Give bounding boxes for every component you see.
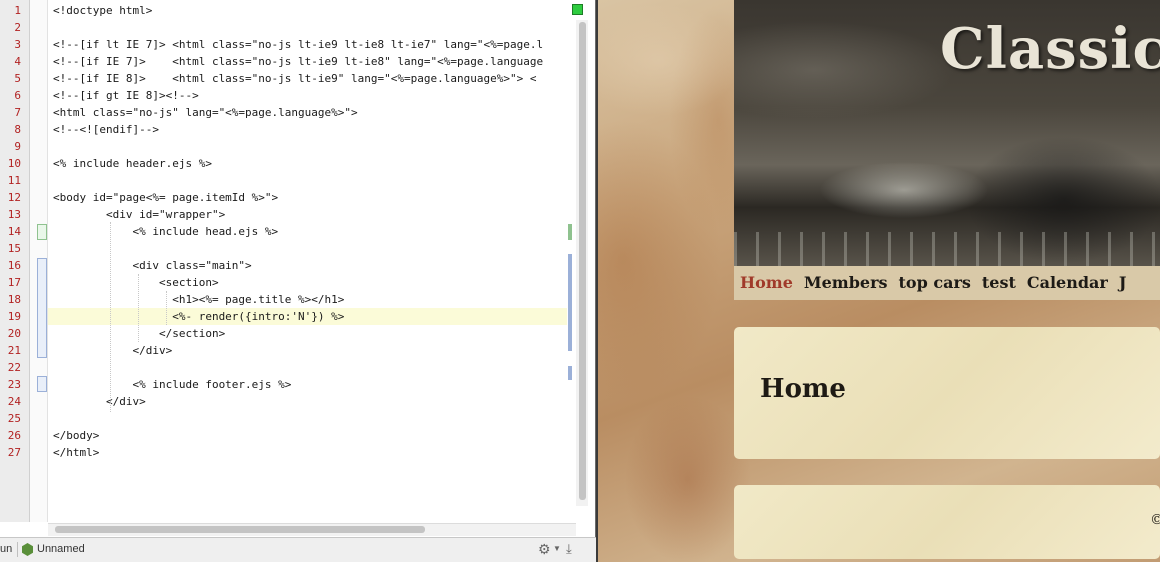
chevron-down-icon[interactable]: ▼ [553, 544, 561, 553]
nav-item-members[interactable]: Members [804, 273, 888, 292]
line-number-gutter: 1 2 3 4 5 6 7 8 9 10 11 12 13 14 15 16 17 18 19 20 21 22 23 24 2… [0, 0, 30, 522]
nav-item-calendar[interactable]: Calendar [1027, 273, 1108, 292]
indent-guide [166, 291, 167, 325]
code-line[interactable]: <% include footer.ejs %> [53, 376, 291, 393]
code-text-area[interactable]: <!doctype html> <!--[if lt IE 7]> <html c… [48, 0, 567, 522]
code-line[interactable]: <% include head.ejs %> [53, 223, 278, 240]
content-panel: Home [734, 327, 1160, 459]
indent-guide [138, 274, 139, 342]
line-number: 9 [14, 140, 21, 153]
code-line[interactable]: <!doctype html> [53, 2, 152, 19]
line-number: 19 [7, 310, 21, 323]
line-number: 16 [7, 259, 21, 272]
site-banner-image: Classic [734, 0, 1160, 266]
line-number: 21 [7, 344, 21, 357]
line-number: 1 [14, 4, 21, 17]
nav-item-j[interactable]: J [1119, 273, 1127, 292]
copyright-text: © [1150, 512, 1160, 528]
line-number: 13 [7, 208, 21, 221]
nav-item-test[interactable]: test [982, 273, 1016, 292]
code-line[interactable]: <div class="main"> [53, 257, 251, 274]
line-number: 2 [14, 21, 21, 34]
vertical-scrollbar-thumb[interactable] [579, 22, 586, 500]
line-number: 18 [7, 293, 21, 306]
footer-panel: © [734, 485, 1160, 559]
code-line[interactable]: </div> [53, 393, 146, 410]
banner-grille [734, 232, 1160, 266]
nodejs-icon [22, 543, 33, 556]
run-label[interactable]: un [0, 543, 12, 555]
change-marker [568, 366, 572, 380]
line-number: 10 [7, 157, 21, 170]
line-number: 12 [7, 191, 21, 204]
line-number: 24 [7, 395, 21, 408]
code-line[interactable]: <!--[if lt IE 7]> <html class="no-js lt-… [53, 36, 543, 53]
line-number: 17 [7, 276, 21, 289]
code-line[interactable]: </section> [53, 325, 225, 342]
code-line[interactable]: </div> [53, 342, 172, 359]
code-line[interactable]: <h1><%= page.title %></h1> [53, 291, 344, 308]
code-line[interactable]: <div id="wrapper"> [53, 206, 225, 223]
code-line[interactable]: <% include header.ejs %> [53, 155, 212, 172]
line-number: 25 [7, 412, 21, 425]
file-status-indicator [572, 4, 583, 15]
line-number: 14 [7, 225, 21, 238]
code-line[interactable]: <!--[if IE 8]> <html class="no-js lt-ie9… [53, 70, 536, 87]
line-number: 4 [14, 55, 21, 68]
code-line[interactable]: </html> [53, 444, 99, 461]
code-line[interactable]: <body id="page<%= page.itemId %>"> [53, 189, 278, 206]
line-number: 5 [14, 72, 21, 85]
line-number: 7 [14, 106, 21, 119]
line-number: 27 [7, 446, 21, 459]
page-title: Home [760, 374, 846, 404]
code-line[interactable]: </body> [53, 427, 99, 444]
line-number: 26 [7, 429, 21, 442]
code-line[interactable]: <!--[if IE 7]> <html class="no-js lt-ie9… [53, 53, 543, 70]
code-line[interactable]: <section> [53, 274, 219, 291]
line-number: 8 [14, 123, 21, 136]
site-title: Classic [940, 16, 1160, 82]
code-editor[interactable]: 1 2 3 4 5 6 7 8 9 10 11 12 13 14 15 16 17 18 19 20 21 22 23 24 2… [0, 0, 596, 562]
site-navigation: Home Members top cars test Calendar J [734, 266, 1160, 300]
change-marker [568, 224, 572, 240]
fold-marker-main-block[interactable] [37, 258, 47, 358]
nav-item-top-cars[interactable]: top cars [899, 273, 971, 292]
line-number: 6 [14, 89, 21, 102]
change-marker [568, 254, 572, 351]
horizontal-scrollbar-thumb[interactable] [55, 526, 425, 533]
status-separator [17, 542, 18, 557]
line-number: 3 [14, 38, 21, 51]
line-number: 22 [7, 361, 21, 374]
line-number: 15 [7, 242, 21, 255]
status-bar: un Unnamed ⚙ ▼ ⤓ [0, 537, 596, 562]
nav-item-home[interactable]: Home [740, 273, 793, 292]
run-configuration-name[interactable]: Unnamed [37, 543, 85, 555]
code-line[interactable]: <%- render({intro:'N'}) %> [53, 308, 344, 325]
gear-icon[interactable]: ⚙ [538, 541, 551, 558]
line-number: 20 [7, 327, 21, 340]
browser-preview: Classic Home Members top cars test Calendar J… [598, 0, 1160, 562]
fold-marker-line-14[interactable] [37, 224, 47, 240]
code-line[interactable]: <!--[if gt IE 8]><!--> [53, 87, 199, 104]
code-line[interactable]: <html class="no-js" lang="<%=page.langua… [53, 104, 358, 121]
code-line[interactable]: <!--<![endif]--> [53, 121, 159, 138]
line-number: 23 [7, 378, 21, 391]
download-icon[interactable]: ⤓ [566, 541, 572, 557]
indent-guide [110, 222, 111, 412]
line-number: 11 [7, 174, 21, 187]
fold-marker-line-23[interactable] [37, 376, 47, 392]
